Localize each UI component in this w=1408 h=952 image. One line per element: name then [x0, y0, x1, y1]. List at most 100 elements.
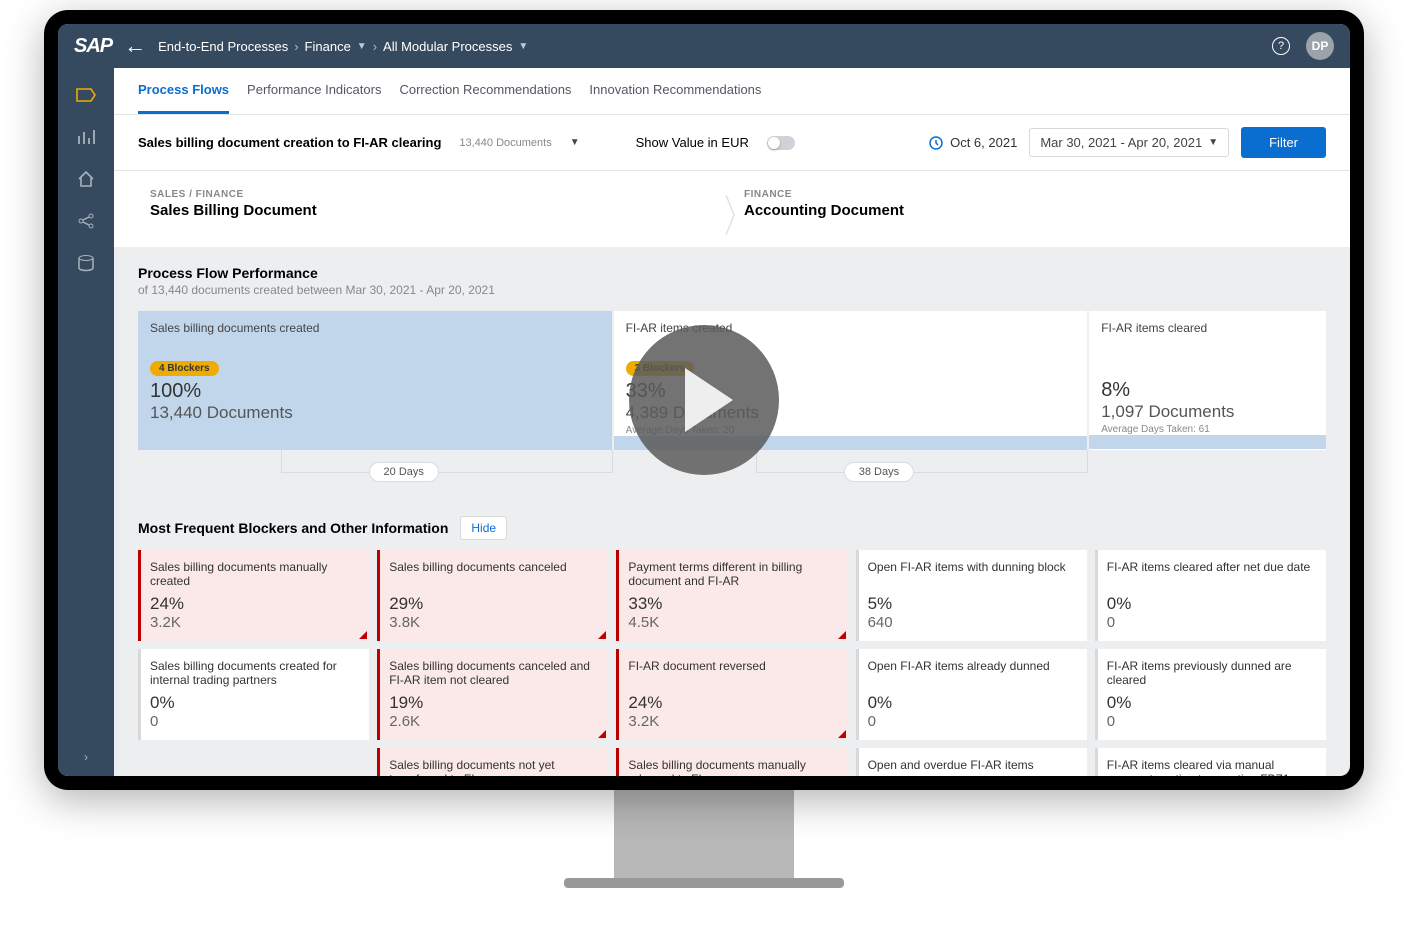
blocker-title: FI-AR document reversed — [628, 659, 835, 691]
stage-title: Accounting Document — [744, 202, 1314, 219]
filter-row: Sales billing document creation to FI-AR… — [114, 115, 1350, 171]
blocker-value: 640 — [868, 614, 1075, 631]
chart-icon[interactable] — [75, 126, 97, 148]
blocker-title: FI-AR items cleared via manual payment p… — [1107, 758, 1314, 776]
days-pill: 20 Days — [369, 462, 439, 482]
blocker-cell[interactable]: FI-AR items cleared via manual payment p… — [1095, 748, 1326, 776]
help-icon[interactable]: ? — [1272, 37, 1290, 55]
blocker-title: Sales billing documents manually created — [150, 560, 357, 592]
blocker-cell[interactable]: Sales billing documents not yet transfer… — [377, 748, 608, 776]
blocker-value: 0 — [868, 713, 1075, 730]
perf-cell-created[interactable]: Sales billing documents created 4 Blocke… — [138, 311, 612, 450]
blockers-heading: Most Frequent Blockers and Other Informa… — [138, 520, 448, 536]
blocker-cell[interactable]: Payment terms different in billing docum… — [616, 550, 847, 641]
back-arrow[interactable]: ← — [124, 33, 146, 59]
nav-tabs: Process Flows Performance Indicators Cor… — [114, 68, 1350, 115]
blocker-title: Sales billing documents not yet transfer… — [389, 758, 596, 776]
blocker-percent: 24% — [628, 693, 835, 713]
blocker-title: Open FI-AR items with dunning block — [868, 560, 1075, 592]
chevron-down-icon[interactable]: ▼ — [357, 41, 367, 52]
process-icon[interactable] — [75, 84, 97, 106]
chevron-down-icon[interactable]: ▼ — [570, 137, 580, 148]
perf-documents: 1,097 Documents — [1101, 402, 1314, 422]
tab-process-flows[interactable]: Process Flows — [138, 68, 229, 114]
blocker-cell[interactable]: Sales billing documents manually created… — [138, 550, 369, 641]
currency-toggle[interactable] — [767, 136, 795, 150]
performance-header: Process Flow Performance of 13,440 docum… — [138, 265, 1326, 297]
blocker-percent: 29% — [389, 594, 596, 614]
tab-performance-indicators[interactable]: Performance Indicators — [247, 68, 381, 114]
topbar: SAP ← End-to-End Processes › Finance ▼ ›… — [58, 24, 1350, 68]
stage-cards: SALES / FINANCE Sales Billing Document F… — [114, 171, 1350, 247]
blocker-cell[interactable]: FI-AR document reversed24%3.2K — [616, 649, 847, 740]
blocker-value: 2.6K — [389, 713, 596, 730]
breadcrumb: End-to-End Processes › Finance ▼ › All M… — [158, 39, 528, 54]
corner-indicator-icon — [359, 631, 367, 639]
days-pill: 38 Days — [844, 462, 914, 482]
blocker-percent: 0% — [1107, 693, 1314, 713]
document-count: 13,440 Documents — [459, 137, 551, 149]
perf-percent: 8% — [1101, 379, 1314, 402]
blocker-cell[interactable]: Open FI-AR items already dunned0%0 — [856, 649, 1087, 740]
tab-correction-recommendations[interactable]: Correction Recommendations — [399, 68, 571, 114]
blocker-percent: 0% — [1107, 594, 1314, 614]
blocker-title: Open and overdue FI-AR items — [868, 758, 1075, 776]
blocker-value: 0 — [150, 713, 357, 730]
blocker-pill[interactable]: 4 Blockers — [150, 361, 219, 376]
database-icon[interactable] — [75, 252, 97, 274]
stage-card-sales-billing[interactable]: SALES / FINANCE Sales Billing Document — [138, 189, 732, 219]
blocker-cell[interactable]: Sales billing documents created for inte… — [138, 649, 369, 740]
stage-card-accounting[interactable]: FINANCE Accounting Document — [732, 189, 1326, 219]
blocker-cell[interactable]: FI-AR items previously dunned are cleare… — [1095, 649, 1326, 740]
chevron-down-icon[interactable]: ▼ — [518, 41, 528, 52]
blocker-value: 0 — [1107, 713, 1314, 730]
blocker-percent: 0% — [868, 693, 1075, 713]
blocker-title: Open FI-AR items already dunned — [868, 659, 1075, 691]
perf-label: Sales billing documents created — [150, 321, 600, 335]
perf-documents: 13,440 Documents — [150, 403, 600, 423]
tab-innovation-recommendations[interactable]: Innovation Recommendations — [589, 68, 761, 114]
expand-nav-icon[interactable]: › — [84, 750, 88, 764]
blocker-value: 3.2K — [150, 614, 357, 631]
blocker-title: FI-AR items cleared after net due date — [1107, 560, 1314, 592]
blocker-title: Sales billing documents manually release… — [628, 758, 835, 776]
play-button[interactable] — [629, 325, 779, 475]
blocker-title: Sales billing documents canceled — [389, 560, 596, 592]
blocker-cell[interactable]: Open FI-AR items with dunning block5%640 — [856, 550, 1087, 641]
share-icon[interactable] — [75, 210, 97, 232]
corner-indicator-icon — [838, 730, 846, 738]
corner-indicator-icon — [838, 631, 846, 639]
blocker-value: 3.2K — [628, 713, 835, 730]
snapshot-date[interactable]: Oct 6, 2021 — [928, 135, 1017, 151]
crumb-root[interactable]: End-to-End Processes — [158, 39, 288, 54]
blocker-cell[interactable]: Open and overdue FI-AR items0%0 — [856, 748, 1087, 776]
blocker-cell[interactable]: Sales billing documents canceled and FI-… — [377, 649, 608, 740]
perf-subheading: of 13,440 documents created between Mar … — [138, 283, 1326, 297]
blocker-value: 0 — [1107, 614, 1314, 631]
stage-title: Sales Billing Document — [150, 202, 720, 219]
date-range-picker[interactable]: Mar 30, 2021 - Apr 20, 2021 ▼ — [1029, 128, 1229, 157]
home-icon[interactable] — [75, 168, 97, 190]
perf-label: FI-AR items cleared — [1101, 321, 1314, 335]
blocker-value: 3.8K — [389, 614, 596, 631]
crumb-finance[interactable]: Finance — [305, 39, 351, 54]
show-value-label: Show Value in EUR — [636, 135, 749, 150]
blocker-cell[interactable]: Sales billing documents canceled29%3.8K — [377, 550, 608, 641]
corner-indicator-icon — [598, 730, 606, 738]
perf-cell-fiar-cleared[interactable]: FI-AR items cleared 8% 1,097 Documents A… — [1089, 311, 1326, 450]
blocker-cell[interactable]: Sales billing documents manually release… — [616, 748, 847, 776]
blocker-percent: 24% — [150, 594, 357, 614]
corner-indicator-icon — [598, 631, 606, 639]
blocker-cell[interactable]: FI-AR items cleared after net due date0%… — [1095, 550, 1326, 641]
blockers-header: Most Frequent Blockers and Other Informa… — [138, 516, 1326, 540]
stage-category: FINANCE — [744, 189, 1314, 200]
hide-button[interactable]: Hide — [460, 516, 507, 540]
crumb-modular[interactable]: All Modular Processes — [383, 39, 512, 54]
filter-button[interactable]: Filter — [1241, 127, 1326, 158]
flow-name[interactable]: Sales billing document creation to FI-AR… — [138, 135, 441, 150]
stage-category: SALES / FINANCE — [150, 189, 720, 200]
blockers-grid: Sales billing documents manually created… — [138, 550, 1326, 776]
avatar[interactable]: DP — [1306, 32, 1334, 60]
perf-average: Average Days Taken: 61 — [1101, 424, 1314, 435]
blocker-percent: 0% — [150, 693, 357, 713]
